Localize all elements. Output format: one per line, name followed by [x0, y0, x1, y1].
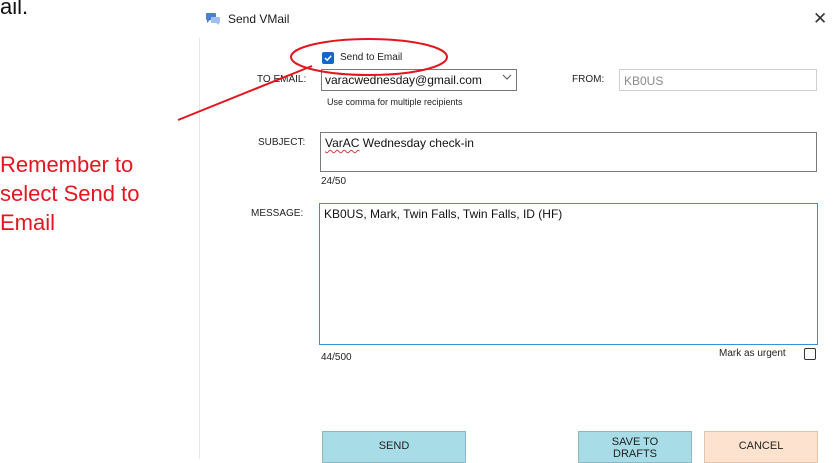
- annotation-reminder-text: Remember to select Send to Email: [0, 152, 140, 235]
- annotation-pointer-line: [177, 65, 313, 121]
- highlight-ellipse: [290, 38, 448, 76]
